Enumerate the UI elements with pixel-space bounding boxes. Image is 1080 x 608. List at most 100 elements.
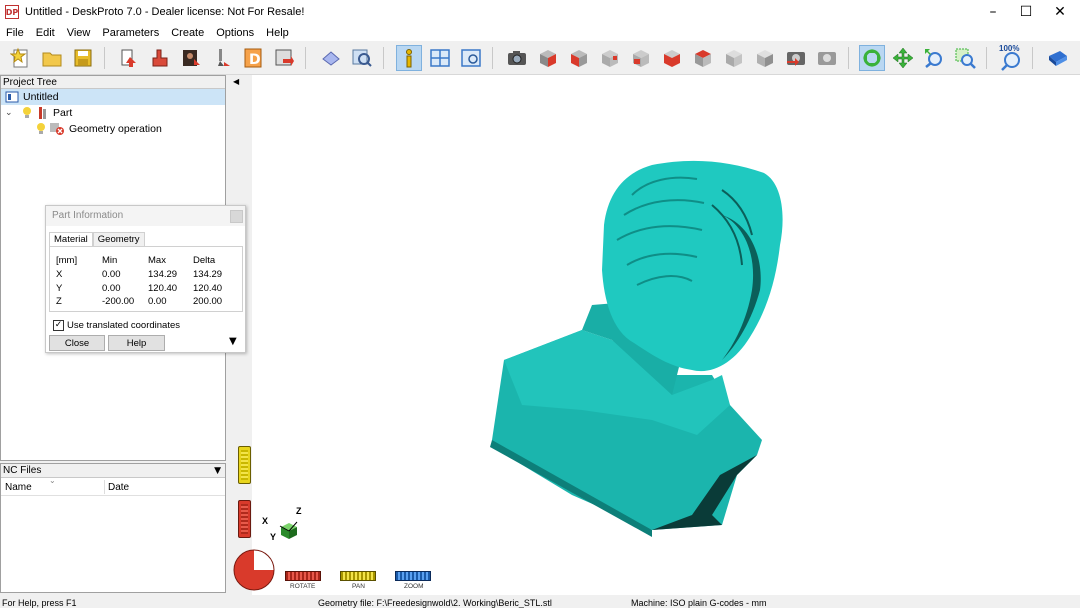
nc-col-name[interactable]: Name (5, 482, 32, 493)
cube-gray-icon (757, 50, 773, 67)
minimize-button[interactable]: – (976, 0, 1010, 24)
floppy-icon (74, 49, 92, 67)
row-y-max: 120.40 (148, 283, 178, 294)
view-wire-button[interactable] (752, 45, 778, 71)
yellow-vertical-slider[interactable] (238, 446, 251, 484)
menu-create[interactable]: Create (165, 27, 210, 39)
row-y-delta: 120.40 (193, 283, 223, 294)
zoom-window-button[interactable] (952, 45, 978, 71)
view-right-button[interactable] (659, 45, 685, 71)
tab-material[interactable]: Material (49, 232, 93, 246)
info-icon (406, 49, 412, 68)
cube-front-icon (571, 50, 587, 67)
tree-part-label: Part (53, 107, 73, 119)
open-file-button[interactable] (39, 45, 65, 71)
camera-red-button[interactable] (783, 45, 809, 71)
nc-col-date[interactable]: Date (108, 482, 129, 493)
eraser-button[interactable] (318, 45, 344, 71)
row-x-delta: 134.29 (193, 269, 223, 280)
zoom-100-label: 100% (999, 44, 1020, 53)
rotate-tool-button[interactable] (859, 45, 885, 71)
rotate-slider[interactable] (285, 571, 321, 581)
close-dialog-button[interactable]: Close (49, 335, 105, 351)
help-dialog-button[interactable]: Help (108, 335, 165, 351)
camera-icon (508, 51, 526, 65)
preview-button[interactable] (458, 45, 484, 71)
part-tree-icon (39, 107, 46, 119)
title-bar: DP Untitled - DeskProto 7.0 - Dealer lic… (0, 0, 1080, 24)
col-delta: Delta (193, 255, 216, 266)
tree-item-part[interactable]: ⌄ Part (1, 105, 225, 121)
view-left-button[interactable] (628, 45, 654, 71)
geometry-icon (121, 49, 136, 67)
cube-iso-icon (540, 50, 556, 67)
cube-bottom-icon (726, 50, 742, 67)
part-info-title: Part Information (52, 210, 124, 221)
cube-back-icon (602, 50, 618, 67)
menu-file[interactable]: File (0, 27, 30, 39)
axis-z-label: Z (296, 506, 302, 516)
new-file-icon (10, 47, 28, 68)
export-button[interactable] (271, 45, 297, 71)
zoom-label: ZOOM (404, 583, 424, 590)
magnifier-icon (352, 49, 372, 67)
menu-view[interactable]: View (61, 27, 97, 39)
rotate-dial[interactable] (232, 548, 276, 592)
tree-item-root[interactable]: Untitled (1, 89, 225, 105)
tab-geometry[interactable]: Geometry (92, 232, 145, 246)
tool-button[interactable] (209, 45, 235, 71)
drawing-button[interactable]: D (240, 45, 266, 71)
part-button[interactable] (147, 45, 173, 71)
pan-tool-button[interactable] (890, 45, 916, 71)
row-z-min: -200.00 (102, 296, 135, 307)
camera-red-icon (787, 52, 805, 66)
folder-icon (42, 52, 62, 67)
col-unit: [mm] (56, 255, 78, 266)
col-max: Max (148, 255, 166, 266)
3d-viewport[interactable]: X Y Z (252, 75, 1080, 595)
dropdown-arrow-icon[interactable]: ▼ (214, 464, 221, 478)
zoom-slider[interactable] (395, 571, 431, 581)
snapshot-button[interactable] (504, 45, 530, 71)
app-icon: DP (5, 5, 19, 19)
bitmap-icon (183, 50, 200, 66)
tree-item-operation[interactable]: Geometry operation (1, 121, 225, 137)
menu-help[interactable]: Help (260, 27, 295, 39)
cube-left-icon (633, 50, 649, 67)
close-button[interactable]: ✕ (1043, 0, 1077, 24)
maximize-button[interactable]: ☐ (1009, 0, 1043, 24)
view-top-button[interactable] (690, 45, 716, 71)
geometry-button[interactable] (116, 45, 142, 71)
pan-slider[interactable] (340, 571, 376, 581)
expand-arrow-icon[interactable]: ▼ (229, 336, 237, 347)
rotate-label: ROTATE (290, 583, 316, 590)
collapse-arrow-icon[interactable]: ◀ (233, 77, 239, 86)
bitmap-button[interactable] (178, 45, 204, 71)
nc-files-title: NC Files (3, 465, 42, 476)
info-button[interactable] (396, 45, 422, 71)
view-bottom-button[interactable] (721, 45, 747, 71)
view-back-button[interactable] (597, 45, 623, 71)
red-vertical-slider[interactable] (238, 500, 251, 538)
status-bar: For Help, press F1 Geometry file: F:\Fre… (0, 597, 1080, 608)
camera-gray-button[interactable] (814, 45, 840, 71)
chevron-down-icon[interactable]: ⌄ (5, 108, 15, 118)
translated-coords-checkbox[interactable]: ✓ (53, 320, 64, 331)
menu-bar: File Edit View Parameters Create Options… (0, 24, 1080, 41)
inspect-button[interactable] (349, 45, 375, 71)
zoom-100-button[interactable]: 100% (998, 44, 1024, 71)
view-front-button[interactable] (566, 45, 592, 71)
menu-options[interactable]: Options (210, 27, 260, 39)
view-iso-button[interactable] (535, 45, 561, 71)
layout-button[interactable] (427, 45, 453, 71)
menu-parameters[interactable]: Parameters (96, 27, 165, 39)
dialog-close-box[interactable] (230, 210, 243, 223)
menu-edit[interactable]: Edit (30, 27, 61, 39)
part-info-titlebar[interactable]: Part Information (46, 206, 245, 226)
zoom-window-icon (955, 48, 976, 69)
new-file-button[interactable] (8, 45, 34, 71)
zoom-tool-button[interactable] (921, 45, 947, 71)
help-book-button[interactable] (1045, 45, 1071, 71)
zoom-in-icon (925, 49, 942, 68)
save-file-button[interactable] (70, 45, 96, 71)
